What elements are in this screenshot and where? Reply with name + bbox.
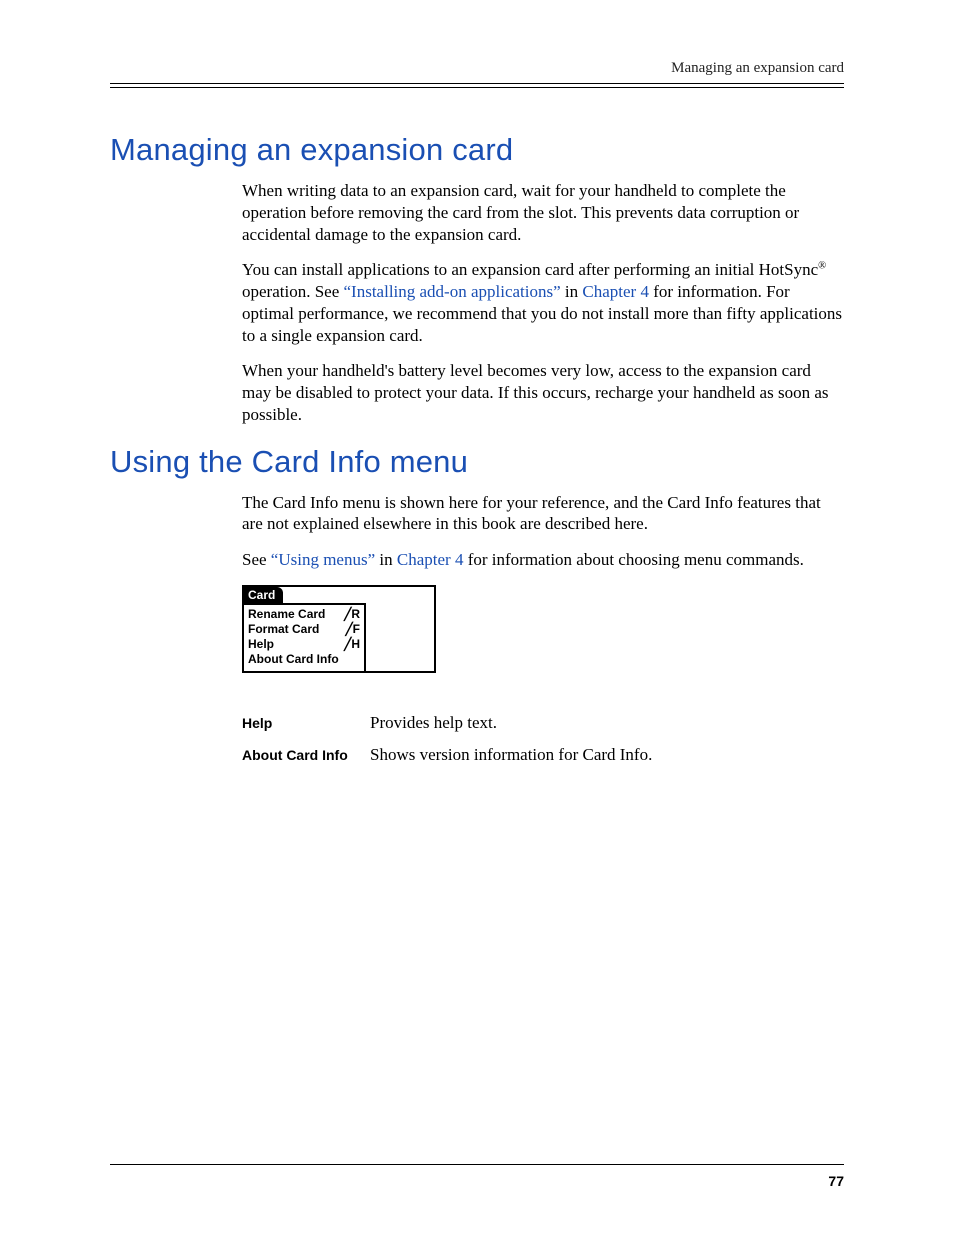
def-desc: Provides help text. [370, 713, 652, 733]
def-row-help: Help Provides help text. [242, 713, 652, 733]
menu-tab-row: Card [244, 587, 434, 603]
menu-item-label: About Card Info [248, 652, 339, 667]
def-term: About Card Info [242, 745, 370, 765]
section-2-body: The Card Info menu is shown here for you… [242, 492, 844, 777]
heading-using-card-info: Using the Card Info menu [110, 444, 844, 480]
xref-link[interactable]: “Installing add-on applications” [344, 282, 561, 301]
registered-mark: ® [818, 261, 826, 272]
card-info-menu-screenshot: Card Rename Card ╱R Format Card ╱F Help … [242, 585, 436, 673]
xref-link[interactable]: Chapter 4 [582, 282, 649, 301]
menu-panel: Rename Card ╱R Format Card ╱F Help ╱H Ab… [244, 603, 366, 671]
menu-item-label: Help [248, 637, 274, 652]
para-4: The Card Info menu is shown here for you… [242, 492, 844, 536]
menu-item-shortcut: ╱H [344, 637, 360, 652]
header-rule [110, 83, 844, 88]
xref-link[interactable]: “Using menus” [271, 550, 375, 569]
footer-rule [110, 1164, 844, 1165]
menu-item-shortcut: ╱R [344, 607, 360, 622]
menu-item-shortcut: ╱F [345, 622, 360, 637]
page-number: 77 [828, 1173, 844, 1189]
menu-item-label: Rename Card [248, 607, 325, 622]
menu-item-rename: Rename Card ╱R [248, 607, 360, 622]
def-desc: Shows version information for Card Info. [370, 745, 652, 765]
section-1-body: When writing data to an expansion card, … [242, 180, 844, 426]
menu-tab-card: Card [244, 587, 283, 603]
menu-item-help: Help ╱H [248, 637, 360, 652]
def-term: Help [242, 713, 370, 733]
menu-item-label: Format Card [248, 622, 319, 637]
para-5: See “Using menus” in Chapter 4 for infor… [242, 549, 844, 571]
heading-managing: Managing an expansion card [110, 132, 844, 168]
definitions-table: Help Provides help text. About Card Info… [242, 701, 652, 777]
para-2: You can install applications to an expan… [242, 259, 844, 346]
para-1: When writing data to an expansion card, … [242, 180, 844, 245]
page: Managing an expansion card Managing an e… [0, 0, 954, 1235]
xref-link[interactable]: Chapter 4 [397, 550, 464, 569]
running-header: Managing an expansion card [110, 60, 844, 77]
menu-item-about: About Card Info [248, 652, 360, 667]
menu-item-format: Format Card ╱F [248, 622, 360, 637]
para-3: When your handheld's battery level becom… [242, 360, 844, 425]
def-row-about: About Card Info Shows version informatio… [242, 745, 652, 765]
